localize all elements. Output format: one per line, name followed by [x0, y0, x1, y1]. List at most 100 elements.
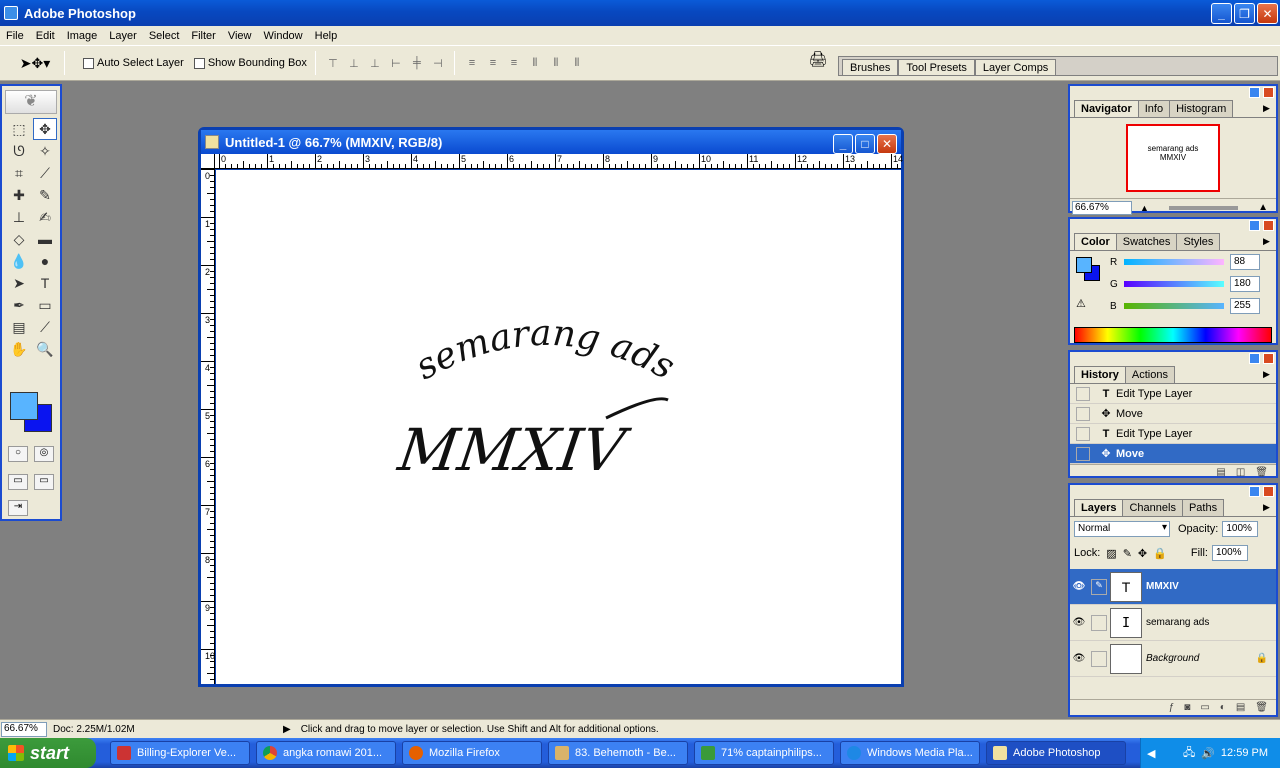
add-layer-style-icon[interactable]: ƒ: [1169, 702, 1175, 713]
zoom-tool-icon[interactable]: 🔍: [33, 338, 57, 360]
tab-brushes[interactable]: Brushes: [842, 59, 899, 75]
gradient-tool-icon[interactable]: ▬: [33, 228, 57, 250]
task-download[interactable]: 71% captainphilips...: [694, 741, 834, 765]
eyedropper-tool-icon[interactable]: ⟋: [33, 316, 57, 338]
move-tool-icon[interactable]: ✥: [33, 118, 57, 140]
panel-menu-icon[interactable]: ▶: [1263, 369, 1273, 379]
document-canvas[interactable]: semarang ads MMXIV: [216, 170, 901, 684]
brush-tool-icon[interactable]: ✎: [33, 184, 57, 206]
distribute-bottom-icon[interactable]: ≡: [505, 57, 522, 70]
document-title-bar[interactable]: Untitled-1 @ 66.7% (MMXIV, RGB/8): [201, 130, 901, 154]
layer-name[interactable]: Background: [1146, 653, 1199, 664]
task-firefox[interactable]: Mozilla Firefox: [402, 741, 542, 765]
layer-row-selected[interactable]: 👁 ✎ T MMXIV: [1070, 569, 1276, 605]
red-value-field[interactable]: 88: [1230, 254, 1260, 270]
doc-maximize-button[interactable]: □: [855, 134, 875, 154]
menu-window[interactable]: Window: [258, 30, 309, 42]
tray-expand-icon[interactable]: ◀: [1147, 747, 1155, 760]
history-brush-tool-icon[interactable]: ✍: [33, 206, 57, 228]
tab-swatches[interactable]: Swatches: [1115, 233, 1178, 250]
shape-tool-icon[interactable]: ▭: [33, 294, 57, 316]
new-layer-icon[interactable]: ▤: [1236, 702, 1245, 713]
navigator-zoom-field[interactable]: 66.67%: [1072, 200, 1132, 215]
delete-state-icon[interactable]: 🗑: [1255, 467, 1268, 478]
menu-help[interactable]: Help: [309, 30, 344, 42]
history-item-selected[interactable]: ✥ Move: [1070, 444, 1276, 464]
eye-icon[interactable]: 👁: [1070, 653, 1088, 664]
delete-layer-icon[interactable]: 🗑: [1255, 702, 1268, 713]
menu-layer[interactable]: Layer: [103, 30, 143, 42]
distribute-hcenter-icon[interactable]: ⦀: [547, 57, 564, 70]
doc-close-button[interactable]: ✕: [877, 134, 897, 154]
green-value-field[interactable]: 180: [1230, 276, 1260, 292]
distribute-left-icon[interactable]: ⦀: [526, 57, 543, 70]
distribute-vcenter-icon[interactable]: ≡: [484, 57, 501, 70]
history-item[interactable]: T Edit Type Layer: [1070, 424, 1276, 444]
panel-menu-icon[interactable]: ▶: [1263, 502, 1273, 512]
history-source-box[interactable]: [1076, 386, 1090, 401]
show-bounding-box-checkbox[interactable]: Show Bounding Box: [193, 57, 307, 69]
restore-button[interactable]: ❐: [1234, 3, 1255, 24]
path-selection-tool-icon[interactable]: ➤: [7, 272, 31, 294]
new-group-icon[interactable]: ▭: [1200, 702, 1209, 713]
doc-minimize-button[interactable]: _: [833, 134, 853, 154]
tab-history[interactable]: History: [1074, 366, 1126, 383]
hand-tool-icon[interactable]: ✋: [7, 338, 31, 360]
brush-link-icon[interactable]: ✎: [1091, 578, 1107, 595]
fill-field[interactable]: 100%: [1211, 545, 1248, 561]
align-bottom-icon[interactable]: ⊥: [366, 57, 383, 70]
horizontal-ruler[interactable]: 0 1 2 3 4 5 6 7 8 9 10 11 12 13 14: [215, 154, 903, 169]
healing-brush-tool-icon[interactable]: ✚: [7, 184, 31, 206]
panel-close-icon[interactable]: [1263, 486, 1274, 497]
lasso-tool-icon[interactable]: ᘎ: [7, 140, 31, 162]
task-photoshop[interactable]: Adobe Photoshop: [986, 741, 1126, 765]
align-hcenter-icon[interactable]: ╪: [408, 57, 425, 70]
eye-icon[interactable]: 👁: [1070, 581, 1088, 592]
add-mask-icon[interactable]: ◙: [1184, 702, 1190, 713]
tab-paths[interactable]: Paths: [1181, 499, 1225, 516]
new-snapshot-icon[interactable]: ◫: [1236, 467, 1245, 478]
lock-all-icon[interactable]: 🔒: [1153, 547, 1167, 560]
distribute-top-icon[interactable]: ≡: [463, 57, 480, 70]
panel-minimize-icon[interactable]: [1249, 87, 1260, 98]
opacity-field[interactable]: 100%: [1222, 521, 1259, 537]
history-item[interactable]: ✥ Move: [1070, 404, 1276, 424]
marquee-tool-icon[interactable]: ⬚: [7, 118, 31, 140]
history-source-box[interactable]: [1076, 426, 1090, 441]
magic-wand-tool-icon[interactable]: ✧: [33, 140, 57, 162]
link-box[interactable]: [1091, 614, 1107, 631]
task-media-player[interactable]: Windows Media Pla...: [840, 741, 980, 765]
layer-name[interactable]: MMXIV: [1146, 581, 1179, 592]
palette-well-toggle-icon[interactable]: 🖨: [806, 50, 830, 74]
status-zoom-field[interactable]: 66.67%: [1, 721, 47, 737]
close-button[interactable]: ✕: [1257, 3, 1278, 24]
tab-info[interactable]: Info: [1137, 100, 1171, 117]
network-icon[interactable]: 🖧: [1183, 744, 1195, 763]
align-right-icon[interactable]: ⊣: [429, 57, 446, 70]
ruler-origin[interactable]: [201, 154, 215, 169]
history-source-box[interactable]: [1076, 406, 1090, 421]
color-ramp[interactable]: [1074, 327, 1272, 343]
new-adjustment-layer-icon[interactable]: ◐: [1220, 702, 1226, 713]
green-slider[interactable]: [1124, 281, 1224, 287]
lock-image-icon[interactable]: ✎: [1123, 547, 1132, 560]
blend-mode-select[interactable]: Normal ▾: [1074, 521, 1170, 537]
foreground-color-swatch[interactable]: [10, 392, 38, 420]
menu-filter[interactable]: Filter: [185, 30, 221, 42]
lock-transparency-icon[interactable]: ▨: [1106, 547, 1116, 560]
volume-icon[interactable]: 🔊: [1201, 747, 1215, 760]
lock-position-icon[interactable]: ✥: [1138, 547, 1147, 560]
panel-minimize-icon[interactable]: [1249, 486, 1260, 497]
align-left-icon[interactable]: ⊢: [387, 57, 404, 70]
distribute-right-icon[interactable]: ⦀: [568, 57, 585, 70]
menu-file[interactable]: File: [0, 30, 30, 42]
zoom-out-icon[interactable]: ▲: [1140, 203, 1149, 213]
menu-image[interactable]: Image: [61, 30, 104, 42]
tab-histogram[interactable]: Histogram: [1169, 100, 1234, 117]
task-winamp[interactable]: 83. Behemoth - Be...: [548, 741, 688, 765]
type-tool-icon[interactable]: T: [33, 272, 57, 294]
panel-close-icon[interactable]: [1263, 87, 1274, 98]
tab-tool-presets[interactable]: Tool Presets: [898, 59, 975, 75]
history-source-box[interactable]: [1076, 446, 1090, 461]
start-button[interactable]: start: [0, 738, 96, 768]
